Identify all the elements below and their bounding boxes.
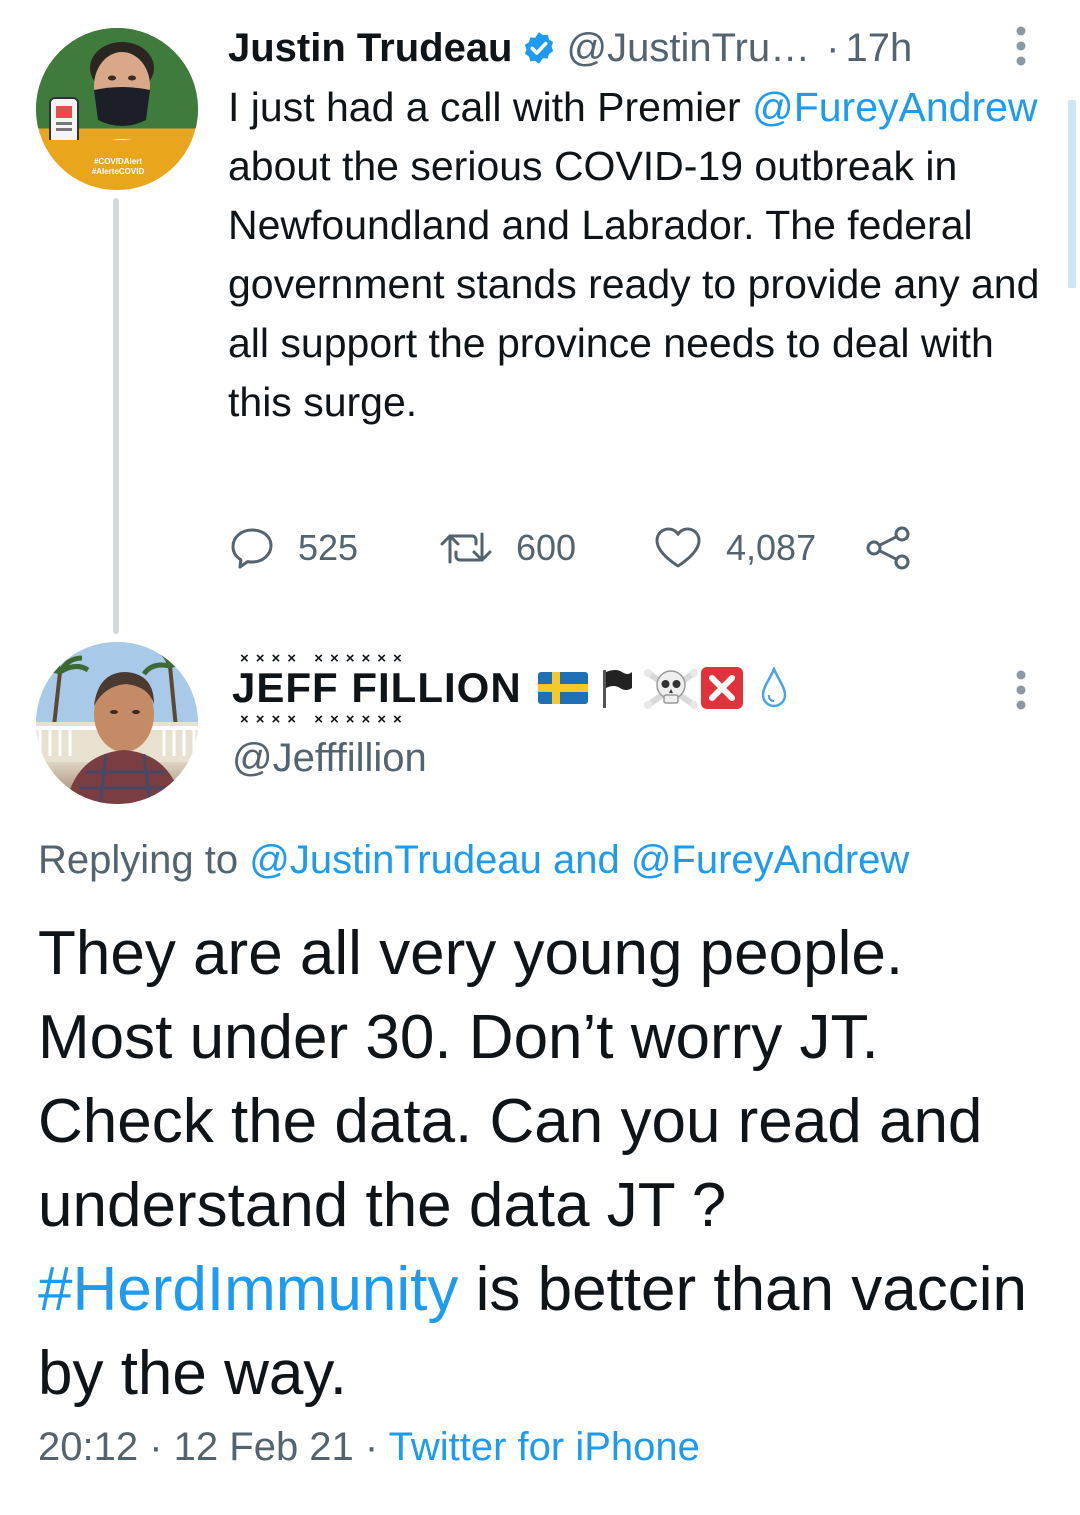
display-name[interactable]: JEFF FILLION — [232, 650, 522, 728]
share-icon — [864, 524, 912, 572]
avatar-badge-line2: #AlerteCOVID — [92, 167, 145, 176]
replying-to-user2-link[interactable]: @FureyAndrew — [631, 838, 909, 882]
meta-separator: · — [353, 1425, 389, 1469]
tweet-time[interactable]: 17h — [845, 26, 912, 71]
reply-button[interactable]: 525 — [228, 524, 438, 572]
avatar-image — [36, 642, 198, 804]
avatar-image: #COVIDAlert #AlerteCOVID — [36, 28, 198, 190]
tweet-meta: 20:12 · 12 Feb 21 · Twitter for iPhone — [38, 1425, 700, 1470]
more-vertical-icon[interactable] — [1008, 24, 1034, 68]
reply-text-part: They are all very young people. Most und… — [38, 919, 983, 1240]
thread-connector — [113, 198, 119, 634]
tweet-source-link[interactable]: Twitter for iPhone — [389, 1425, 700, 1469]
tweet-timestamp[interactable]: 20:12 — [38, 1425, 138, 1469]
hashtag-link[interactable]: #HerdImmunity — [38, 1255, 458, 1324]
replying-to-prefix: Replying to — [38, 838, 250, 882]
avatar-jeff-fillion[interactable] — [36, 642, 198, 804]
flag-sweden-icon — [537, 672, 588, 704]
retweet-button[interactable]: 600 — [438, 524, 652, 572]
reply-tweet-text: They are all very young people. Most und… — [38, 912, 1048, 1416]
share-button[interactable] — [864, 524, 912, 572]
user-handle[interactable]: @JustinTru… — [567, 26, 811, 71]
verified-badge-icon — [521, 30, 557, 66]
header-separator: · — [826, 25, 840, 70]
reply-count: 525 — [298, 527, 359, 568]
tweet-text-part: about the serious COVID-19 outbreak in N… — [228, 143, 1040, 425]
replying-to: Replying to @JustinTrudeau and @FureyAnd… — [38, 838, 909, 883]
user-handle[interactable]: @Jefffillion — [232, 736, 427, 781]
tweet-date[interactable]: 12 Feb 21 — [174, 1425, 354, 1469]
tweet-text: I just had a call with Premier @FureyAnd… — [228, 78, 1058, 432]
avatar-badge-line1: #COVIDAlert — [94, 157, 142, 166]
avatar-justin-trudeau[interactable]: #COVIDAlert #AlerteCOVID — [36, 28, 198, 190]
retweet-icon — [438, 524, 494, 572]
mention-link[interactable]: @FureyAndrew — [752, 84, 1037, 130]
reply-author-name-row: JEFF FILLION — [232, 650, 788, 728]
heart-icon — [652, 524, 704, 572]
like-button[interactable]: 4,087 — [652, 524, 864, 572]
scrollbar-thumb[interactable] — [1068, 100, 1076, 288]
replying-to-and: and — [541, 838, 631, 882]
droplet-icon — [760, 665, 788, 709]
more-vertical-icon[interactable] — [1008, 668, 1034, 712]
replying-to-user1-link[interactable]: @JustinTrudeau — [249, 838, 542, 882]
tweet-header: Justin Trudeau @JustinTru… · 17h — [228, 20, 912, 76]
like-count: 4,087 — [726, 527, 817, 568]
skull-crossbones-icon — [643, 665, 698, 711]
tweet-actions: 525 600 4,087 — [228, 520, 912, 576]
cross-mark-icon — [700, 666, 744, 710]
retweet-count: 600 — [516, 527, 577, 568]
tweet-text-part: I just had a call with Premier — [228, 84, 753, 130]
display-name[interactable]: Justin Trudeau — [228, 26, 513, 71]
black-flag-icon — [600, 668, 634, 708]
reply-icon — [228, 524, 276, 572]
meta-separator: · — [138, 1425, 174, 1469]
